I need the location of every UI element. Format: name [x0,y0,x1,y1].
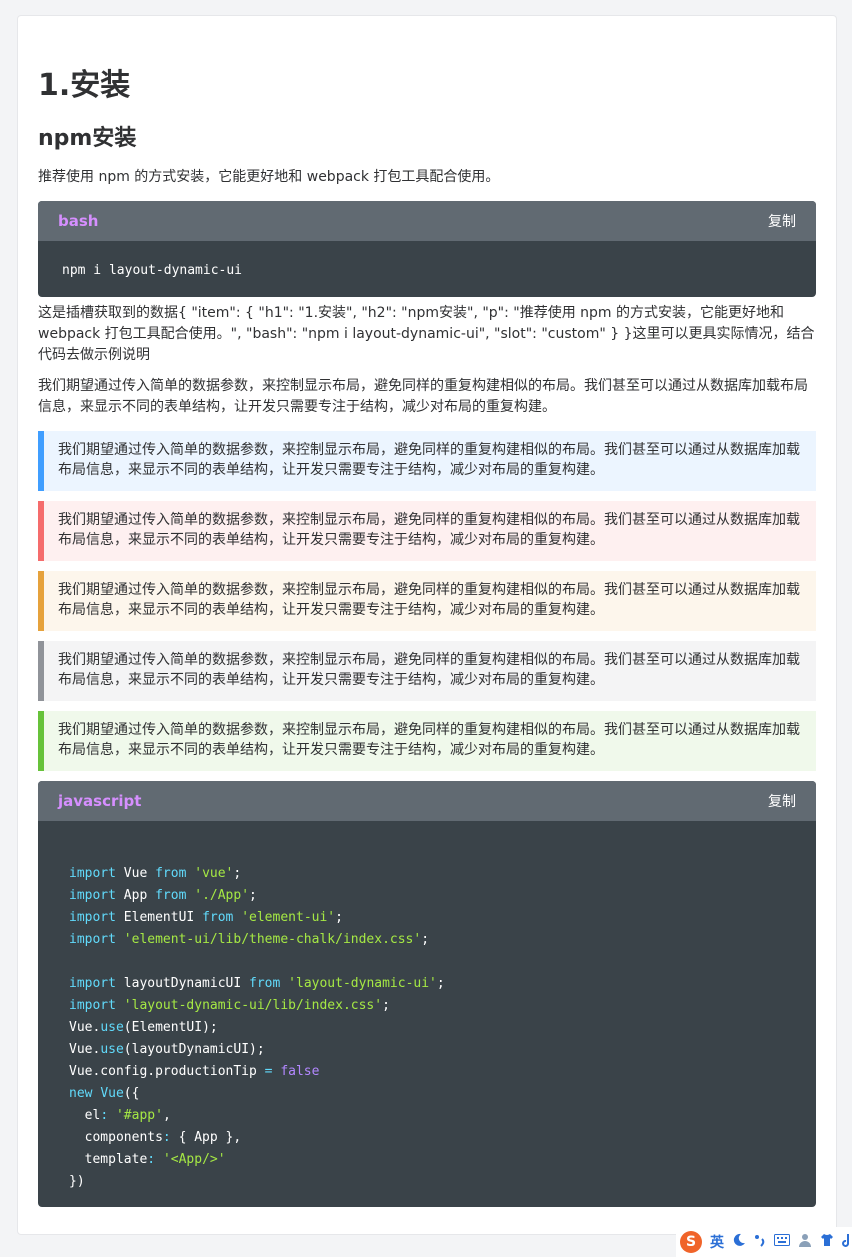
callout-danger: 我们期望通过传入简单的数据参数，来控制显示布局，避免同样的重复构建相似的布局。我… [38,501,816,561]
shirt-icon[interactable] [820,1233,834,1251]
code-line: import 'layout-dynamic-ui/lib/index.css'… [69,998,390,1013]
page-title: 1.安装 [38,68,131,103]
code-language-label: bash [58,212,99,230]
code-line: import ElementUI from 'element-ui'; [69,910,343,925]
code-line: el: '#app', [69,1108,171,1123]
punctuation-icon[interactable] [754,1233,766,1251]
code-header: javascript 复制 [38,781,816,821]
code-line: template: '<App/>' [69,1152,226,1167]
keyboard-icon[interactable] [774,1234,790,1250]
callout-default: 我们期望通过传入简单的数据参数，来控制显示布局，避免同样的重复构建相似的布局。我… [38,641,816,701]
intro-paragraph: 推荐使用 npm 的方式安装，它能更好地和 webpack 打包工具配合使用。 [38,169,500,185]
slot-data-note: 这是插槽获取到的数据{ "item": { "h1": "1.安装", "h2"… [38,305,815,363]
code-line: Vue.config.productionTip = false [69,1064,320,1079]
code-header: bash 复制 [38,201,816,241]
ime-mode-toggle[interactable]: 英 [710,1232,724,1252]
doc-card: 1.安装 npm安装 推荐使用 npm 的方式安装，它能更好地和 webpack… [17,15,837,1235]
user-icon[interactable] [798,1233,812,1251]
ime-tray: S 英 [676,1227,852,1257]
javascript-code-block: javascript 复制 import Vue from 'vue'; impo… [38,781,816,1207]
code-line: }) [69,1174,85,1189]
bash-code-block: bash 复制 npm i layout-dynamic-ui [38,201,816,297]
code-line: import 'element-ui/lib/theme-chalk/index… [69,932,430,947]
section-title: npm安装 [38,126,137,151]
code-line: import Vue from 'vue'; [69,866,242,881]
code-body: import Vue from 'vue'; import App from '.… [38,821,816,1193]
code-line: import layoutDynamicUI from 'layout-dyna… [69,976,445,991]
code-line: Vue.use(layoutDynamicUI); [69,1042,265,1057]
callout-info: 我们期望通过传入简单的数据参数，来控制显示布局，避免同样的重复构建相似的布局。我… [38,431,816,491]
code-line: Vue.use(ElementUI); [69,1020,218,1035]
copy-button[interactable]: 复制 [768,791,796,811]
code-language-label: javascript [58,792,142,810]
code-line: new Vue({ [69,1086,140,1101]
more-icon[interactable] [842,1233,852,1251]
sogou-logo-icon[interactable]: S [680,1231,702,1253]
callout-warning: 我们期望通过传入简单的数据参数，来控制显示布局，避免同样的重复构建相似的布局。我… [38,571,816,631]
code-line: components: { App }, [69,1130,242,1145]
code-line: import App from './App'; [69,888,257,903]
description-paragraph: 我们期望通过传入简单的数据参数，来控制显示布局，避免同样的重复构建相似的布局。我… [38,378,808,415]
moon-icon[interactable] [732,1233,746,1251]
copy-button[interactable]: 复制 [768,211,796,231]
code-body: npm i layout-dynamic-ui [62,263,243,278]
callout-success: 我们期望通过传入简单的数据参数，来控制显示布局，避免同样的重复构建相似的布局。我… [38,711,816,771]
